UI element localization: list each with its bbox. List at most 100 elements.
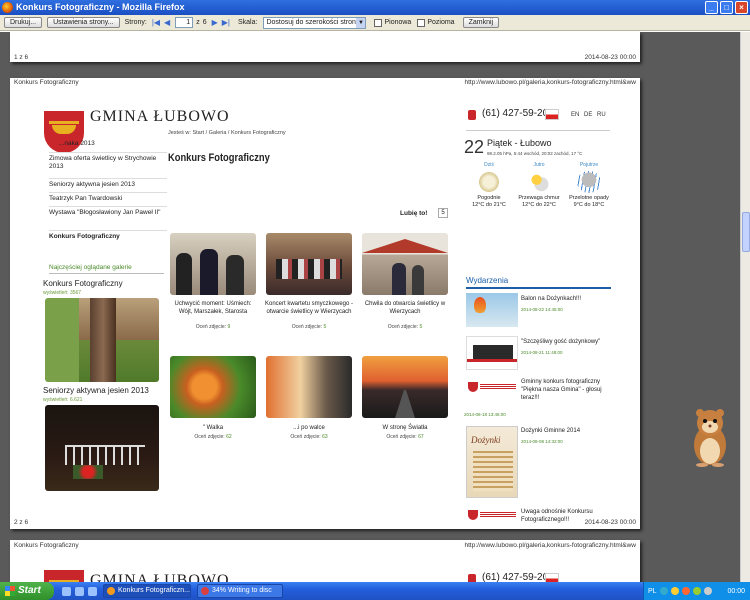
gallery-caption[interactable]: " Walka	[168, 424, 258, 432]
event-title[interactable]: Gminny konkurs fotograficzny "Piękna nas…	[521, 378, 613, 402]
side-nav-item-active[interactable]: Konkurs Fotograficzny	[49, 230, 167, 244]
page-2-footer: 2 z 6 2014-08-23 00:00	[14, 519, 636, 529]
page-2-header: Konkurs Fotograficzny http://www.lubowo.…	[14, 79, 636, 89]
most-viewed-title[interactable]: Konkurs Fotograficzny	[43, 279, 123, 288]
input-language[interactable]: PL	[648, 588, 657, 595]
site-name[interactable]: GMINA ŁUBOWO	[90, 108, 230, 126]
gallery-caption[interactable]: Uchwycić moment: Uśmiech: Wójt, Marszałe…	[168, 300, 258, 316]
phone-number[interactable]: (61) 427-59-20	[482, 108, 548, 119]
page-setup-button[interactable]: Ustawienia strony...	[47, 17, 120, 28]
gallery-photo[interactable]	[170, 356, 256, 418]
network-icon[interactable]	[659, 587, 668, 595]
portrait-radio[interactable]	[374, 18, 383, 27]
gallery-caption[interactable]: W stronę Światła	[358, 424, 452, 432]
gallery-photo[interactable]	[362, 233, 448, 295]
shield-icon[interactable]	[670, 587, 679, 595]
lang-en[interactable]: EN	[571, 112, 579, 118]
scale-select[interactable]: Dostosuj do szerokości strony ▼	[263, 16, 367, 29]
side-nav-item[interactable]: ...naka 2013	[49, 140, 167, 152]
coat-of-arms-logo	[44, 570, 84, 582]
total-pages: 6	[202, 19, 207, 26]
task-label: Konkurs Fotograficzn...	[118, 587, 190, 594]
gallery-photo[interactable]	[266, 356, 352, 418]
lang-de[interactable]: DE	[584, 112, 592, 118]
page-2: Konkurs Fotograficzny http://www.lubowo.…	[10, 78, 640, 529]
event-date: 2014-08-18 13:46:00	[464, 412, 506, 417]
volume-icon[interactable]	[692, 587, 701, 595]
page-3-header: Konkurs Fotograficzny http://www.lubowo.…	[14, 542, 636, 552]
hamster-mascot-icon[interactable]	[688, 405, 732, 467]
page-number-input[interactable]: 1	[175, 17, 194, 28]
quicklaunch-ie-icon[interactable]	[62, 586, 71, 596]
lang-ru[interactable]: RU	[597, 112, 606, 118]
partly-cloudy-icon	[527, 171, 551, 193]
side-nav-item[interactable]: Teatrzyk Pan Twardowski	[49, 192, 167, 206]
tray-icon[interactable]	[703, 587, 712, 595]
weather-day-after: Pojutrze Przelotne opady 9°C do 18°C	[566, 162, 612, 209]
window-titlebar: Konkurs Fotograficzny - Mozilla Firefox …	[0, 0, 750, 15]
last-page-icon[interactable]: ▶|	[222, 18, 230, 27]
like-count[interactable]: 5	[438, 208, 448, 218]
page-1-date: 2014-08-23 00:00	[584, 54, 636, 61]
close-window-button[interactable]: ×	[735, 1, 748, 14]
most-viewed-thumbnail[interactable]	[45, 298, 159, 382]
clock[interactable]: 00:00	[727, 588, 745, 595]
event-thumbnail[interactable]	[466, 378, 518, 402]
minimize-button[interactable]: _	[705, 1, 718, 14]
weather-day-label: Dziś	[484, 162, 494, 168]
preview-area[interactable]: 1 z 6 2014-08-23 00:00 Konkurs Fotografi…	[0, 32, 740, 582]
breadcrumb[interactable]: Jesteś w: Start / Galeria / Konkurs Foto…	[168, 130, 286, 136]
system-tray: PL 00:00	[643, 582, 750, 600]
side-nav: ...naka 2013 Zimowa oferta świetlicy w S…	[49, 140, 167, 244]
gallery-caption[interactable]: Koncert kwartetu smyczkowego - otwarcie …	[260, 300, 358, 316]
weather-tomorrow: Jutro Przewaga chmur 12°C do 22°C	[516, 162, 562, 209]
rating-label: Oceń zdjęcie:	[386, 434, 417, 440]
most-viewed-views: wyświetleń: 3567	[43, 290, 82, 296]
firefox-icon	[2, 2, 13, 13]
side-nav-item[interactable]: Zimowa oferta świetlicy w Strychowie 201…	[49, 152, 167, 178]
rating-count: 5	[323, 324, 327, 330]
gallery-caption[interactable]: Chwila do otwarcia świetlicy w Wierzycac…	[358, 300, 452, 316]
start-button[interactable]: Start	[0, 582, 54, 600]
gallery-caption[interactable]: ...i po walce	[260, 424, 358, 432]
quicklaunch-media-icon[interactable]	[88, 586, 97, 596]
most-viewed-title[interactable]: Seniorzy aktywna jesien 2013	[43, 386, 149, 395]
site-name: GMINA ŁUBOWO	[90, 572, 230, 582]
side-nav-item[interactable]: Wystawa "Błogosławiony Jan Paweł II"	[49, 206, 167, 230]
most-viewed-thumbnail[interactable]	[45, 405, 159, 491]
gallery-photo[interactable]	[362, 356, 448, 418]
scale-value: Dostosuj do szerokości strony	[266, 18, 360, 26]
close-preview-button[interactable]: Zamknij	[462, 17, 500, 28]
pages-label: Strony:	[124, 19, 147, 26]
first-page-icon[interactable]: |◀	[152, 18, 160, 27]
rating-count: 9	[227, 324, 231, 330]
event-title[interactable]: Dożynki Gminne 2014	[521, 427, 611, 435]
prev-page-icon[interactable]: ◀	[164, 18, 170, 27]
taskbar-item-firefox[interactable]: Konkurs Fotograficzn...	[103, 584, 191, 598]
flag-pl-icon[interactable]	[545, 109, 559, 120]
gallery-photo[interactable]	[170, 233, 256, 295]
rating-count: 5	[419, 324, 423, 330]
vertical-scrollbar[interactable]	[740, 32, 750, 582]
landscape-radio[interactable]	[417, 18, 426, 27]
page-3-title: Konkurs Fotograficzny	[14, 542, 79, 549]
gallery-rating: Oceń zdjęcie: 9	[168, 324, 258, 330]
taskbar-item-burner[interactable]: 34% Writing to disc	[197, 584, 283, 598]
event-thumbnail[interactable]	[466, 336, 518, 370]
event-thumbnail[interactable]: Dożynki	[466, 426, 518, 498]
gallery-photo[interactable]	[266, 233, 352, 295]
quicklaunch-desktop-icon[interactable]	[75, 586, 84, 596]
maximize-button[interactable]: □	[720, 1, 733, 14]
portrait-label: Pionowa	[384, 19, 412, 26]
antivirus-icon[interactable]	[681, 587, 690, 595]
scrollbar-thumb[interactable]	[742, 212, 750, 252]
next-page-icon[interactable]: ▶	[212, 18, 218, 27]
event-title[interactable]: "Szczęśliwy gość dożynkowy"	[521, 338, 611, 346]
event-thumbnail[interactable]	[466, 293, 518, 327]
rating-label: Oceń zdjęcie:	[387, 324, 419, 330]
event-title[interactable]: Balon na Dożynkach!!!	[521, 295, 611, 303]
sun-icon	[477, 171, 501, 193]
side-nav-item[interactable]: Seniorzy aktywna jesien 2013	[49, 178, 167, 192]
print-button[interactable]: Drukuj...	[4, 17, 43, 28]
events-heading[interactable]: Wydarzenia	[466, 276, 611, 289]
